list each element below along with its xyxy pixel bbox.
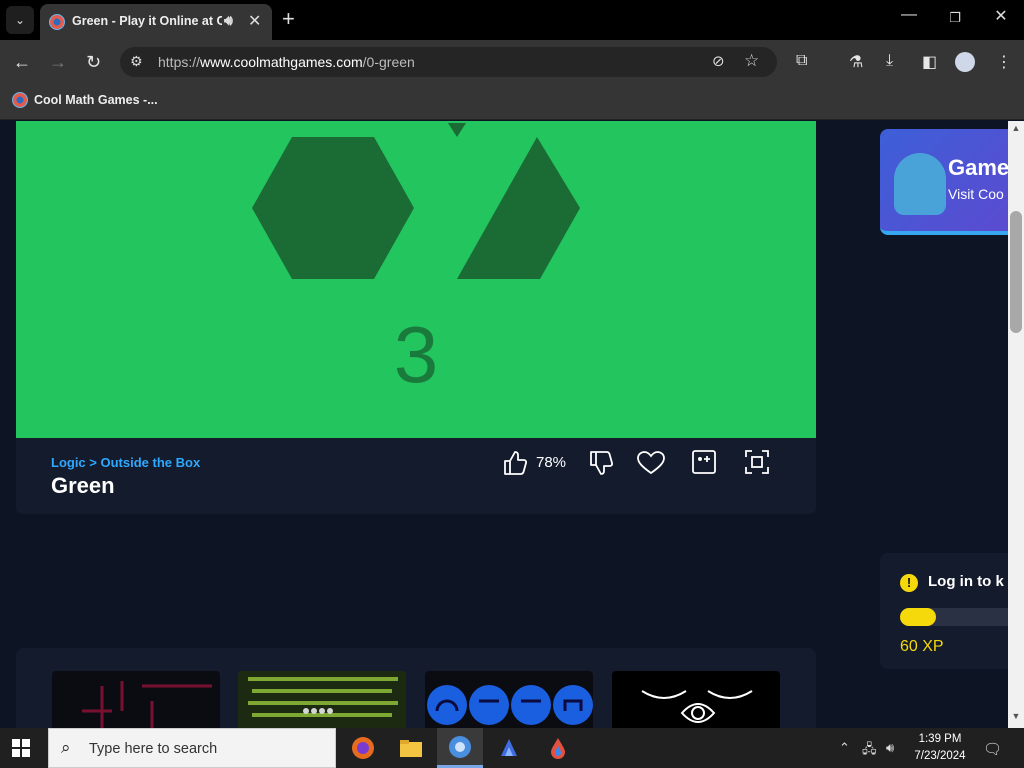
thumbnail-art — [248, 677, 398, 717]
speaker-icon[interactable]: 🔊︎ — [224, 12, 233, 29]
taskbar-search[interactable]: ⌕ Type here to search — [48, 728, 336, 768]
search-icon: ⌕ — [61, 738, 71, 757]
windows-taskbar: ⌕ Type here to search ⌃ 🖧︎ 🔊︎ 1:39 PM 7/… — [0, 728, 1024, 768]
parallelogram-shape — [457, 137, 580, 279]
forward-arrow-icon[interactable]: → — [49, 52, 67, 73]
like-percent: 78% — [536, 454, 567, 471]
favorite-heart-icon[interactable] — [637, 451, 665, 475]
side-panel-icon[interactable]: ◧ — [922, 52, 937, 72]
search-placeholder: Type here to search — [89, 741, 218, 757]
page-scrollbar[interactable]: ▲ ▼ — [1008, 121, 1024, 728]
app-logo-icon — [501, 739, 517, 756]
bookmark-favicon-icon — [12, 92, 28, 108]
bookmark-star-icon[interactable]: ☆ — [744, 51, 759, 71]
profile-avatar-icon[interactable] — [955, 52, 975, 72]
breadcrumb: Logic > Outside the Box — [51, 455, 201, 470]
thumbnail-art — [82, 681, 212, 728]
breadcrumb-category[interactable]: Logic — [51, 455, 86, 470]
top-triangle-shape — [448, 123, 466, 137]
firefox-logo-icon — [352, 737, 374, 759]
xp-progress-bar — [900, 608, 1008, 626]
firefox-icon[interactable] — [340, 728, 386, 768]
extensions-icon[interactable]: ⧉ — [796, 52, 807, 70]
tab-strip: ⌄ Green - Play it Online at Coolmath Gam… — [0, 0, 1024, 40]
web-page: 3 Logic > Outside the Box Green 78% Game… — [0, 121, 1008, 728]
paint-app-icon[interactable] — [535, 728, 581, 768]
thumbs-down-icon[interactable] — [589, 450, 613, 476]
notifications-icon[interactable]: 🗨︎ — [983, 740, 1002, 758]
network-icon[interactable]: 🖧︎ — [862, 740, 877, 762]
window-close-icon[interactable]: ✕ — [986, 6, 1016, 26]
game-canvas[interactable]: 3 — [16, 121, 816, 438]
restore-icon[interactable]: ❐ — [940, 10, 970, 26]
hexagon-shape — [252, 137, 414, 279]
scroll-thumb[interactable] — [1010, 211, 1022, 333]
xp-value: 60 XP — [900, 638, 944, 655]
level-counter: 3 — [393, 310, 439, 399]
browser-toolbar: ← → ↻ ⚙ https://www.coolmathgames.com/0-… — [0, 40, 1024, 84]
promo-banner[interactable]: Game Visit Coo — [880, 129, 1008, 235]
xp-progress-fill — [900, 608, 936, 626]
tray-chevron-icon[interactable]: ⌃ — [839, 740, 850, 756]
octopus-mascot-icon — [894, 153, 946, 215]
active-tab[interactable]: Green - Play it Online at Coolmath Games… — [40, 4, 272, 40]
url-text[interactable]: https://www.coolmathgames.com/0-green — [158, 54, 415, 70]
fullscreen-icon[interactable] — [745, 450, 769, 474]
coolmath-favicon-icon — [49, 14, 65, 30]
folder-icon — [400, 740, 422, 757]
game-thumbnail[interactable] — [612, 671, 780, 728]
scroll-up-icon[interactable]: ▲ — [1008, 123, 1024, 137]
back-arrow-icon[interactable]: ← — [13, 52, 31, 73]
game-thumbnail[interactable] — [52, 671, 220, 728]
chrome-icon[interactable] — [437, 728, 483, 768]
volume-icon[interactable]: 🔊︎ — [886, 740, 894, 756]
game-title: Green — [51, 473, 115, 498]
clock-date: 7/23/2024 — [914, 750, 966, 762]
game-thumbnail[interactable] — [425, 671, 593, 728]
menu-dots-icon[interactable]: ⋮ — [996, 52, 1012, 72]
reload-icon[interactable]: ↻ — [86, 52, 101, 73]
windows-start-icon[interactable] — [12, 739, 30, 757]
file-explorer-icon[interactable] — [388, 728, 434, 768]
minimize-icon[interactable]: — — [894, 6, 924, 24]
new-tab-plus-icon[interactable]: + — [282, 6, 295, 32]
add-game-icon[interactable] — [692, 450, 716, 474]
game-thumbnail[interactable] — [238, 671, 406, 728]
related-games — [16, 648, 816, 728]
download-icon[interactable]: ⤓ — [886, 52, 893, 70]
alert-icon: ! — [900, 574, 918, 592]
copilot-icon[interactable] — [486, 728, 532, 768]
game-info-bar: Logic > Outside the Box Green 78% — [16, 438, 816, 514]
scroll-down-icon[interactable]: ▼ — [1008, 711, 1024, 725]
labs-flask-icon[interactable]: ⚗ — [849, 52, 863, 72]
tab-search-button[interactable]: ⌄ — [6, 6, 34, 34]
taskbar-clock[interactable]: 1:39 PM 7/23/2024 — [905, 731, 975, 765]
breadcrumb-subcategory[interactable]: Outside the Box — [101, 455, 201, 470]
thumbnail-art — [641, 690, 753, 723]
login-prompt[interactable]: Log in to k — [928, 573, 1004, 590]
tab-close-icon[interactable]: ✕ — [248, 11, 261, 31]
bookmark-coolmath[interactable]: Cool Math Games -... — [34, 93, 158, 107]
site-settings-icon[interactable]: ⚙ — [130, 53, 143, 70]
xp-panel: ! Log in to k 60 XP — [880, 553, 1008, 669]
tab-title: Green - Play it Online at Coolmath Games — [72, 14, 222, 28]
drop-logo-icon — [551, 738, 565, 759]
thumbnail-art — [427, 685, 593, 725]
promo-subtitle: Visit Coo — [948, 186, 1004, 202]
promo-title: Game — [948, 155, 1008, 180]
clock-time: 1:39 PM — [918, 733, 962, 745]
chrome-logo-icon — [449, 735, 471, 758]
address-bar[interactable]: ⚙ https://www.coolmathgames.com/0-green … — [120, 47, 777, 77]
eye-slash-icon[interactable]: ⊘ — [712, 52, 725, 70]
thumbs-up-icon[interactable] — [503, 450, 527, 476]
